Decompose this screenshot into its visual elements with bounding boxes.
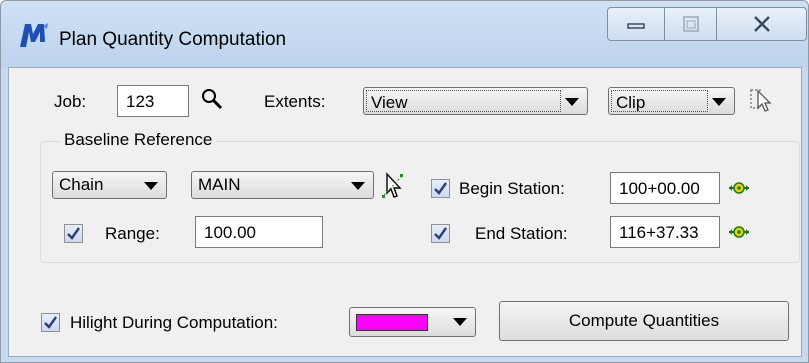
microstation-logo-icon bbox=[20, 23, 48, 47]
chevron-down-icon bbox=[565, 98, 579, 106]
locate-crosshair-icon[interactable] bbox=[728, 223, 750, 241]
color-swatch bbox=[356, 314, 428, 331]
clip-selected: Clip bbox=[611, 90, 708, 112]
extents-dropdown[interactable]: View bbox=[363, 87, 588, 115]
hilight-color-dropdown[interactable] bbox=[349, 307, 476, 337]
range-input[interactable]: 100.00 bbox=[195, 216, 323, 248]
minimize-icon bbox=[627, 23, 645, 29]
caption-buttons bbox=[607, 7, 807, 43]
range-checkbox[interactable] bbox=[64, 224, 83, 243]
maximize-icon bbox=[682, 16, 699, 32]
compute-quantities-button[interactable]: Compute Quantities bbox=[499, 301, 789, 341]
end-station-checkbox[interactable] bbox=[431, 224, 450, 243]
title-bar[interactable]: Plan Quantity Computation bbox=[1, 1, 808, 67]
baseline-reference-title: Baseline Reference bbox=[60, 130, 217, 150]
extents-label: Extents: bbox=[264, 92, 326, 111]
chevron-down-icon bbox=[453, 318, 467, 326]
close-button[interactable] bbox=[717, 7, 807, 41]
begin-station-label: Begin Station: bbox=[459, 179, 565, 198]
begin-station-input[interactable]: 100+00.00 bbox=[610, 172, 720, 204]
dialog-client-area: Job: 123 Extents: View Clip Baseline Ref… bbox=[8, 67, 802, 357]
baseline-name-dropdown[interactable]: MAIN bbox=[191, 171, 374, 199]
end-station-label: End Station: bbox=[475, 224, 568, 243]
begin-station-checkbox[interactable] bbox=[431, 179, 450, 198]
checkmark-icon bbox=[67, 227, 80, 240]
close-icon bbox=[753, 16, 770, 32]
baseline-name-selected: MAIN bbox=[198, 175, 241, 194]
baseline-type-dropdown[interactable]: Chain bbox=[52, 171, 167, 199]
job-input[interactable]: 123 bbox=[117, 85, 189, 117]
hilight-checkbox[interactable] bbox=[41, 313, 60, 332]
job-label: Job: bbox=[54, 92, 87, 111]
checkmark-icon bbox=[434, 227, 447, 240]
end-station-input[interactable]: 116+37.33 bbox=[610, 216, 720, 248]
baseline-type-selected: Chain bbox=[59, 175, 104, 194]
chevron-down-icon bbox=[351, 182, 365, 190]
chevron-down-icon bbox=[712, 98, 726, 106]
minimize-button[interactable] bbox=[607, 7, 665, 41]
checkmark-icon bbox=[434, 182, 447, 195]
magnifier-icon[interactable] bbox=[200, 87, 224, 111]
window-title: Plan Quantity Computation bbox=[59, 29, 287, 50]
select-cursor-icon[interactable] bbox=[749, 87, 773, 113]
compute-quantities-label: Compute Quantities bbox=[568, 311, 720, 330]
chevron-down-icon bbox=[144, 182, 158, 190]
extents-selected: View bbox=[366, 90, 561, 112]
pick-element-cursor-icon[interactable] bbox=[381, 171, 407, 201]
clip-dropdown[interactable]: Clip bbox=[608, 87, 735, 115]
range-label: Range: bbox=[105, 224, 160, 243]
locate-crosshair-icon[interactable] bbox=[728, 179, 750, 197]
hilight-label: Hilight During Computation: bbox=[70, 313, 278, 332]
checkmark-icon bbox=[44, 316, 57, 329]
maximize-button[interactable] bbox=[665, 7, 717, 41]
plan-quantity-window: Plan Quantity Computation Job: 123 Exten… bbox=[0, 0, 809, 363]
